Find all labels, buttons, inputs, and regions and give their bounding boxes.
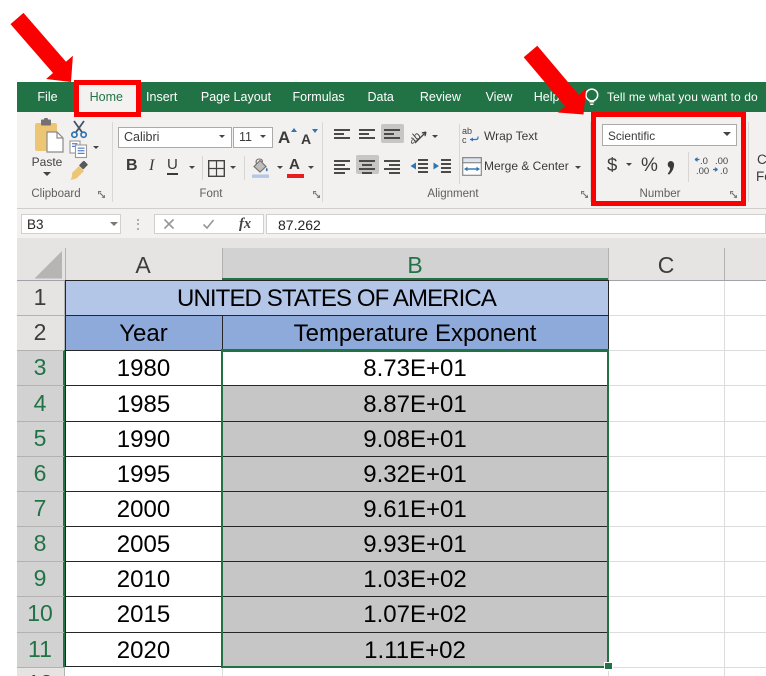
svg-text:ab: ab (411, 130, 423, 146)
svg-text:c: c (462, 135, 467, 145)
